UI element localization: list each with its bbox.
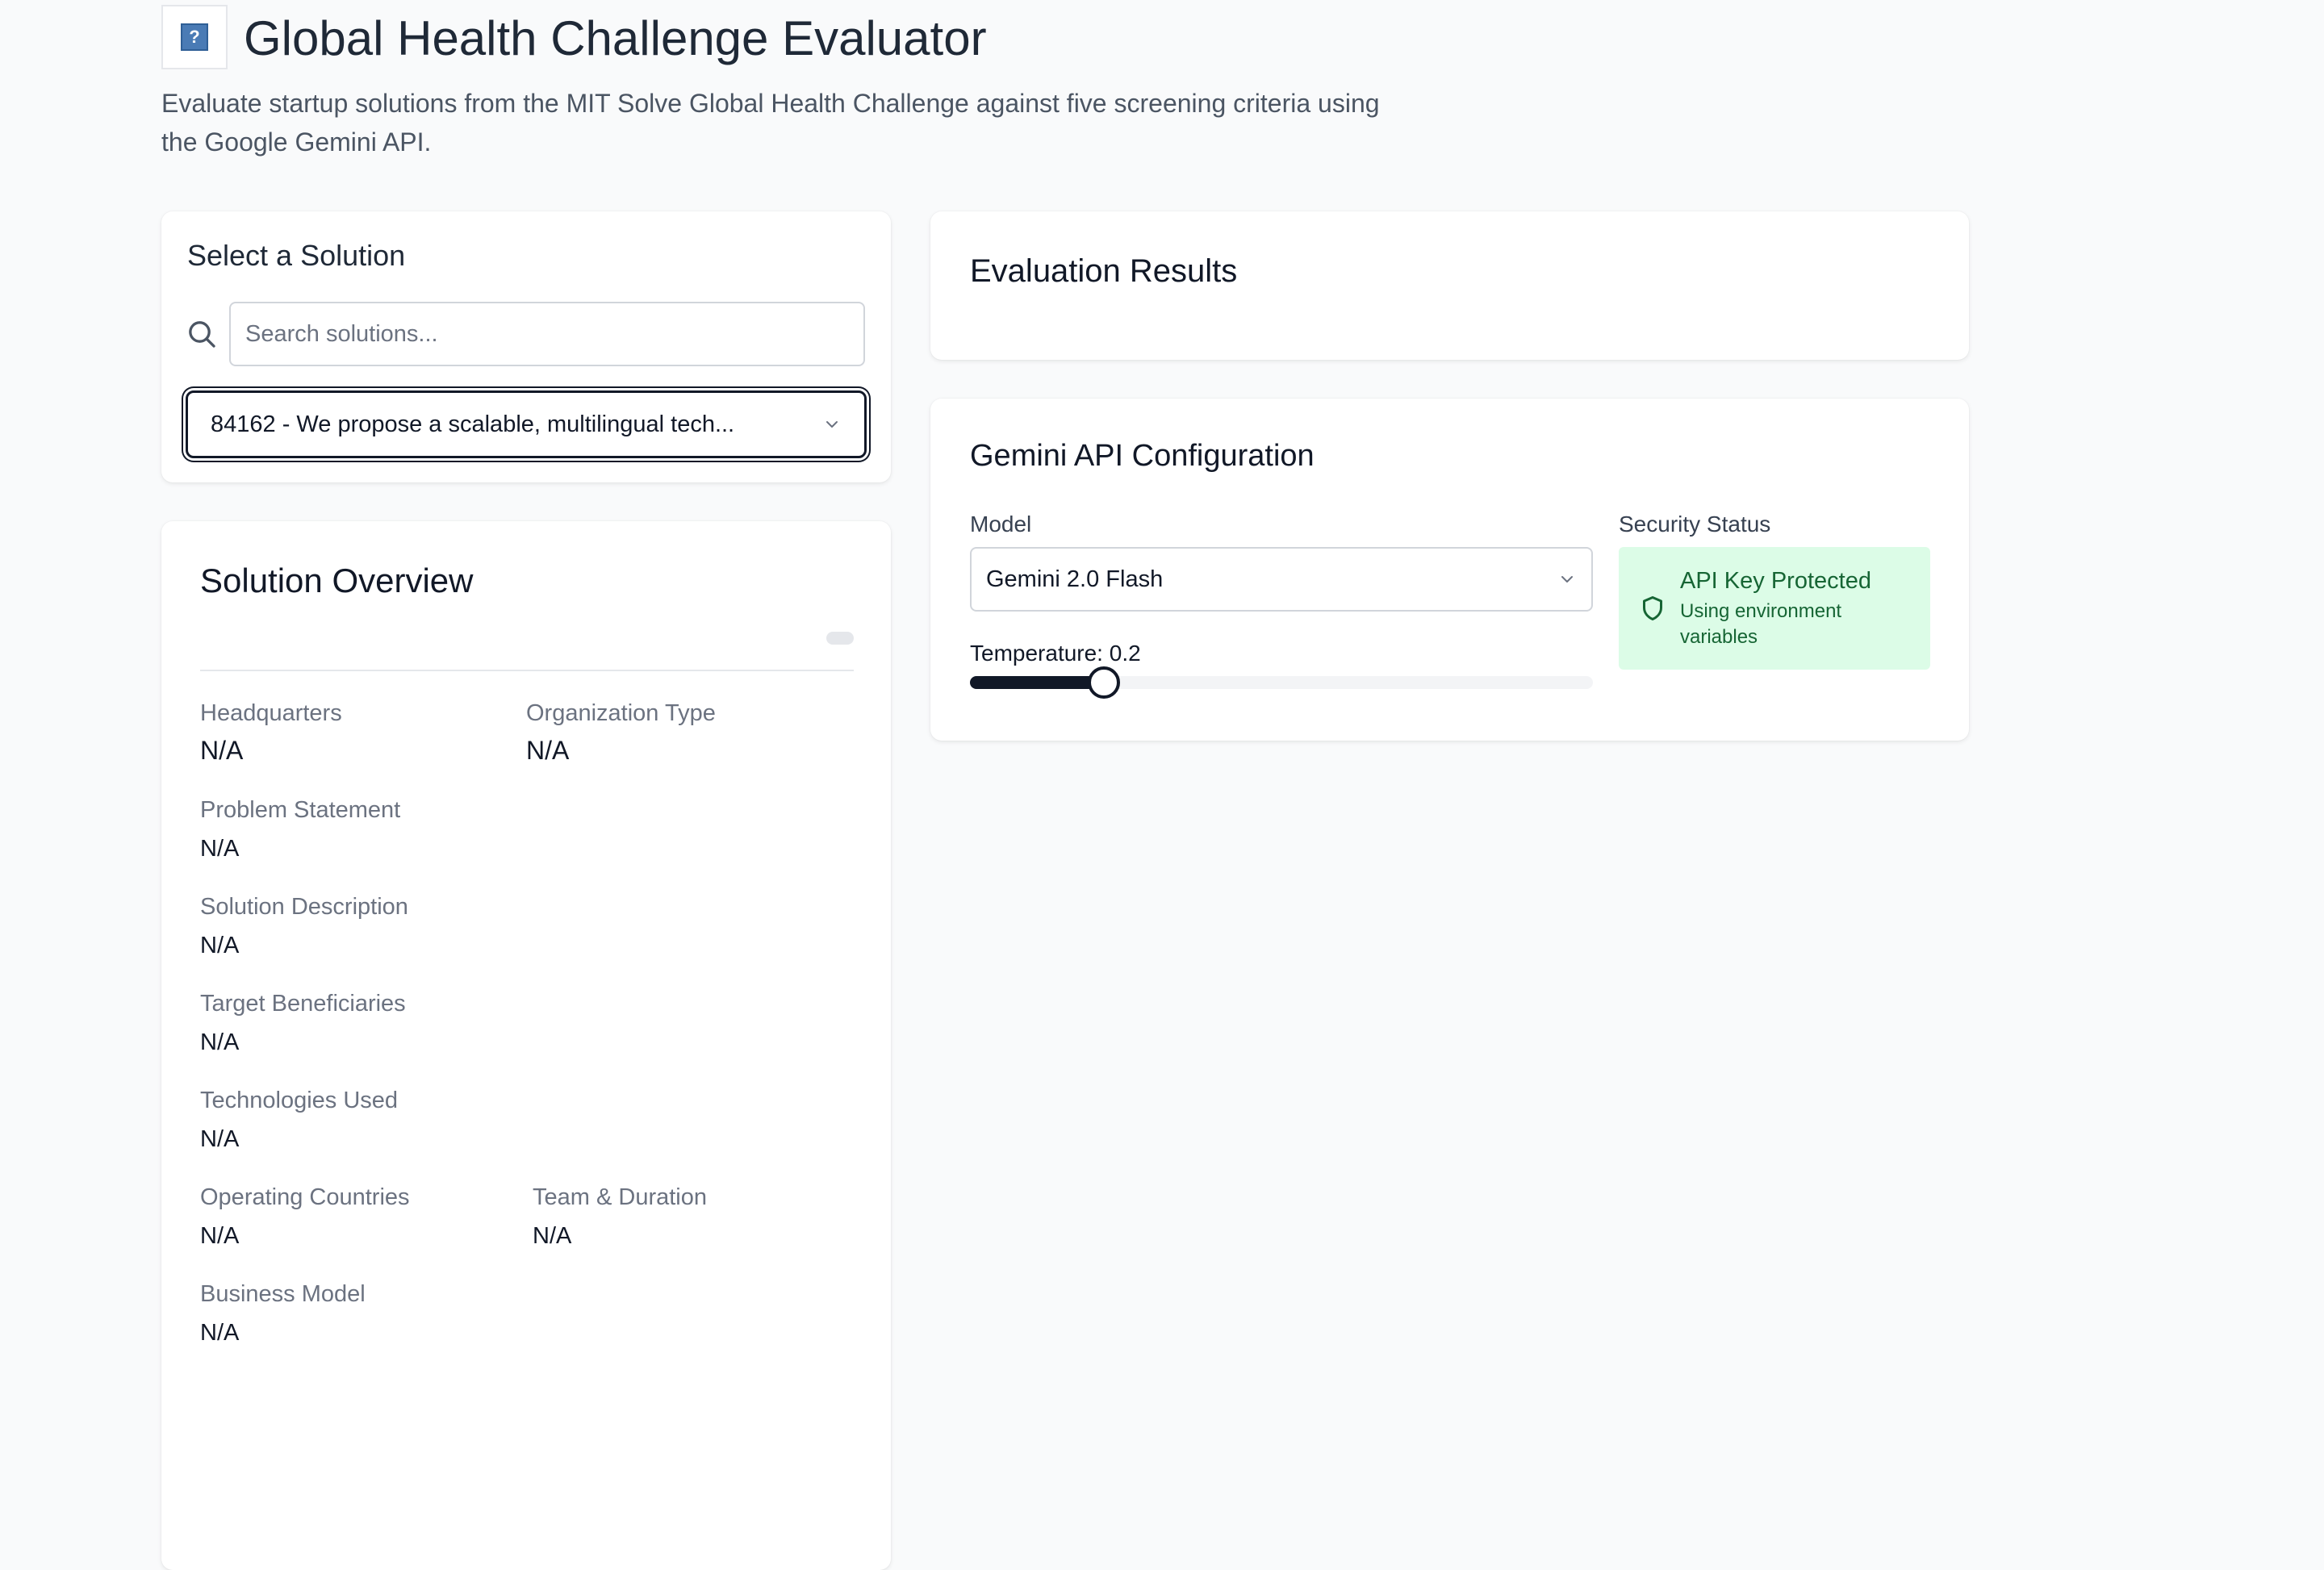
- target-beneficiaries-value: N/A: [200, 1029, 240, 1055]
- chevron-down-icon: [826, 421, 838, 428]
- overview-toggle[interactable]: [826, 632, 854, 645]
- technologies-used-label: Technologies Used: [200, 1088, 399, 1113]
- shield-icon: [1643, 596, 1662, 620]
- page-subtitle: Evaluate startup solutions from the MIT …: [161, 89, 1380, 157]
- solution-overview-title: Solution Overview: [200, 562, 474, 599]
- logo-glyph: ?: [181, 23, 208, 51]
- chevron-down-icon: [1561, 576, 1573, 582]
- gemini-config-title: Gemini API Configuration: [970, 439, 1315, 473]
- problem-statement-label: Problem Statement: [200, 797, 401, 823]
- search-icon: [189, 321, 215, 348]
- model-dropdown[interactable]: Gemini 2.0 Flash: [970, 547, 1593, 612]
- model-label: Model: [970, 512, 1032, 537]
- security-status-label: Security Status: [1619, 512, 1771, 537]
- solution-overview-card: [161, 521, 891, 1570]
- team-duration-label: Team & Duration: [533, 1184, 707, 1210]
- search-input[interactable]: [229, 302, 865, 366]
- select-solution-title: Select a Solution: [187, 239, 406, 272]
- headquarters-label: Headquarters: [200, 700, 342, 726]
- operating-countries-value: N/A: [200, 1223, 240, 1249]
- solution-description-label: Solution Description: [200, 894, 408, 920]
- problem-statement-value: N/A: [200, 836, 240, 862]
- security-status-title: API Key Protected: [1680, 568, 1871, 594]
- temperature-slider-fill: [970, 676, 1104, 689]
- target-beneficiaries-label: Target Beneficiaries: [200, 991, 406, 1017]
- temperature-slider-thumb[interactable]: [1088, 666, 1120, 699]
- app-logo-icon: ?: [161, 5, 228, 69]
- business-model-label: Business Model: [200, 1281, 366, 1307]
- security-status-subtitle: Using environment variables: [1680, 600, 1842, 648]
- model-dropdown-value: Gemini 2.0 Flash: [986, 566, 1164, 592]
- solution-dropdown[interactable]: 84162 - We propose a scalable, multiling…: [186, 390, 867, 458]
- team-duration-value: N/A: [533, 1223, 572, 1249]
- temperature-label: Temperature: 0.2: [970, 641, 1141, 666]
- headquarters-value: N/A: [200, 736, 244, 765]
- business-model-value: N/A: [200, 1320, 240, 1346]
- technologies-used-value: N/A: [200, 1126, 240, 1152]
- overview-divider: [200, 670, 854, 671]
- organization-type-label: Organization Type: [526, 700, 716, 726]
- solution-description-value: N/A: [200, 933, 240, 958]
- evaluation-results-title: Evaluation Results: [970, 253, 1238, 289]
- page-title: Global Health Challenge Evaluator: [244, 11, 987, 65]
- organization-type-value: N/A: [526, 736, 570, 765]
- operating-countries-label: Operating Countries: [200, 1184, 410, 1210]
- solution-dropdown-value: 84162 - We propose a scalable, multiling…: [211, 411, 735, 437]
